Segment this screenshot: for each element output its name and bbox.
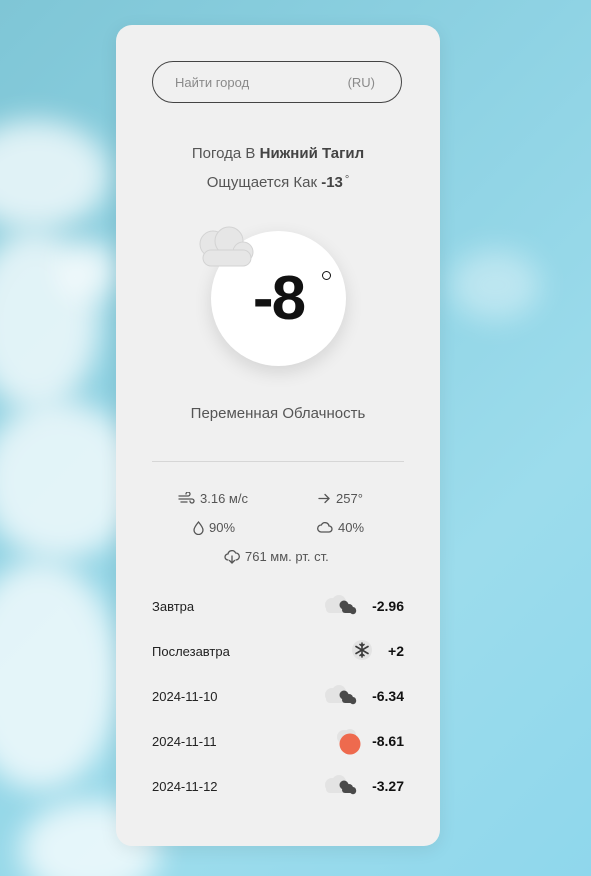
weather-condition: Переменная Облачность: [190, 405, 366, 422]
forecast-day: 2024-11-11: [152, 734, 217, 749]
humidity-stat: 90%: [193, 520, 235, 535]
wind-direction-stat: 257°: [318, 491, 363, 506]
forecast-temp: -3.27: [372, 778, 404, 794]
forecast-temp: -2.96: [372, 598, 404, 614]
wind-speed-value: 3.16 м/с: [200, 491, 248, 506]
location-line: Погода В Нижний Тагил: [116, 145, 440, 162]
pressure-value: 761 мм. рт. ст.: [245, 549, 329, 564]
degree-symbol: [322, 271, 331, 280]
forecast-day: 2024-11-12: [152, 779, 218, 794]
cloudy-icon: [322, 683, 362, 712]
city-search-input[interactable]: [175, 62, 335, 102]
forecast-row: 2024-11-12 -3.27: [152, 771, 404, 801]
forecast-day: Послезавтра: [152, 644, 230, 659]
wind-speed-stat: 3.16 м/с: [178, 491, 248, 506]
forecast-row: 2024-11-10 -6.34: [152, 681, 404, 711]
sun-cloud-icon: [334, 728, 364, 761]
cloudiness-value: 40%: [338, 520, 365, 535]
cloudiness-stat: 40%: [317, 520, 364, 535]
droplet-icon: [193, 520, 204, 535]
forecast-day: 2024-11-10: [152, 689, 218, 704]
feels-like-prefix: Ощущается Как: [206, 174, 318, 191]
city-search[interactable]: (RU): [152, 61, 402, 103]
feels-like-value: -13: [321, 174, 343, 191]
feels-like-line: Ощущается Как -13 °: [116, 174, 440, 191]
snowflake-icon: [350, 638, 374, 667]
city-name: Нижний Тагил: [259, 145, 365, 162]
pressure-icon: [224, 549, 240, 564]
weather-card: (RU) Погода В Нижний Тагил Ощущается Как…: [116, 25, 440, 846]
forecast-row: Послезавтра +2: [152, 636, 404, 666]
forecast-row: Завтра -2.96: [152, 591, 404, 621]
current-temperature-widget: -8: [193, 224, 373, 374]
language-label: (RU): [347, 75, 375, 90]
cloudy-icon: [322, 773, 362, 802]
humidity-value: 90%: [209, 520, 236, 535]
location-prefix: Погода В: [191, 145, 256, 162]
divider: [152, 461, 404, 462]
forecast-temp: +2: [388, 643, 404, 659]
forecast-row: 2024-11-11 -8.61: [152, 726, 404, 756]
wind-direction-value: 257°: [336, 491, 363, 506]
forecast-day: Завтра: [152, 599, 195, 614]
arrow-right-icon: [318, 493, 331, 504]
pressure-stat: 761 мм. рт. ст.: [224, 549, 329, 564]
cloud-icon: [193, 224, 257, 275]
feels-like-unit: °: [344, 174, 350, 186]
forecast-temp: -8.61: [372, 733, 404, 749]
cloud-outline-icon: [317, 522, 333, 533]
forecast-temp: -6.34: [372, 688, 404, 704]
cloudy-icon: [322, 593, 362, 622]
wind-icon: [178, 492, 195, 505]
